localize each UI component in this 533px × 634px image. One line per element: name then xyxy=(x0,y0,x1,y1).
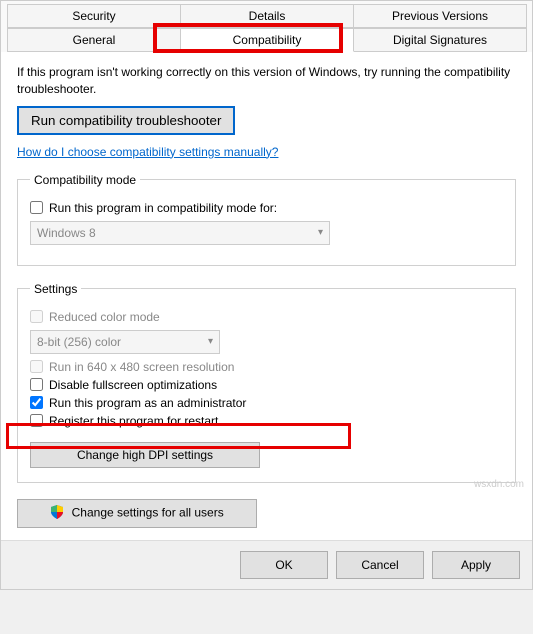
settings-group: Settings Reduced color mode 8-bit (256) … xyxy=(17,282,516,483)
tab-digital-signatures[interactable]: Digital Signatures xyxy=(353,28,527,52)
run-admin-label: Run this program as an administrator xyxy=(49,396,246,410)
shield-icon xyxy=(50,505,64,522)
color-select-value: 8-bit (256) color xyxy=(37,335,121,349)
run-640-label: Run in 640 x 480 screen resolution xyxy=(49,360,234,374)
tab-security[interactable]: Security xyxy=(7,4,181,28)
change-all-users-label: Change settings for all users xyxy=(72,505,224,519)
color-select: 8-bit (256) color ▾ xyxy=(30,330,220,354)
chevron-down-icon: ▾ xyxy=(208,336,213,347)
change-dpi-button[interactable]: Change high DPI settings xyxy=(30,442,260,468)
apply-button[interactable]: Apply xyxy=(432,551,520,579)
compat-mode-label: Run this program in compatibility mode f… xyxy=(49,201,277,215)
reduced-color-label: Reduced color mode xyxy=(49,310,160,324)
register-restart-checkbox[interactable] xyxy=(30,414,43,427)
run-640-checkbox xyxy=(30,360,43,373)
reduced-color-checkbox xyxy=(30,310,43,323)
register-restart-label: Register this program for restart xyxy=(49,414,218,428)
compatibility-mode-group: Compatibility mode Run this program in c… xyxy=(17,173,516,266)
ok-button[interactable]: OK xyxy=(240,551,328,579)
disable-fullscreen-row[interactable]: Disable fullscreen optimizations xyxy=(30,378,503,392)
run-admin-checkbox[interactable] xyxy=(30,396,43,409)
reduced-color-row: Reduced color mode xyxy=(30,310,503,324)
compatibility-mode-legend: Compatibility mode xyxy=(30,173,140,187)
run-troubleshooter-button[interactable]: Run compatibility troubleshooter xyxy=(17,106,235,135)
disable-fullscreen-label: Disable fullscreen optimizations xyxy=(49,378,217,392)
run-640-row: Run in 640 x 480 screen resolution xyxy=(30,360,503,374)
cancel-button[interactable]: Cancel xyxy=(336,551,424,579)
tab-general[interactable]: General xyxy=(7,28,181,52)
manual-settings-link[interactable]: How do I choose compatibility settings m… xyxy=(17,145,278,159)
compat-mode-select: Windows 8 ▾ xyxy=(30,221,330,245)
register-restart-row[interactable]: Register this program for restart xyxy=(30,414,503,428)
tab-details[interactable]: Details xyxy=(180,4,354,28)
tab-compatibility[interactable]: Compatibility xyxy=(180,28,354,52)
change-all-users-button[interactable]: Change settings for all users xyxy=(17,499,257,528)
disable-fullscreen-checkbox[interactable] xyxy=(30,378,43,391)
run-admin-row[interactable]: Run this program as an administrator xyxy=(30,396,503,410)
chevron-down-icon: ▾ xyxy=(318,227,323,238)
compat-mode-check-row[interactable]: Run this program in compatibility mode f… xyxy=(30,201,503,215)
description-text: If this program isn't working correctly … xyxy=(17,64,516,98)
compat-mode-select-value: Windows 8 xyxy=(37,226,96,240)
settings-legend: Settings xyxy=(30,282,81,296)
compat-mode-checkbox[interactable] xyxy=(30,201,43,214)
tab-previous-versions[interactable]: Previous Versions xyxy=(353,4,527,28)
